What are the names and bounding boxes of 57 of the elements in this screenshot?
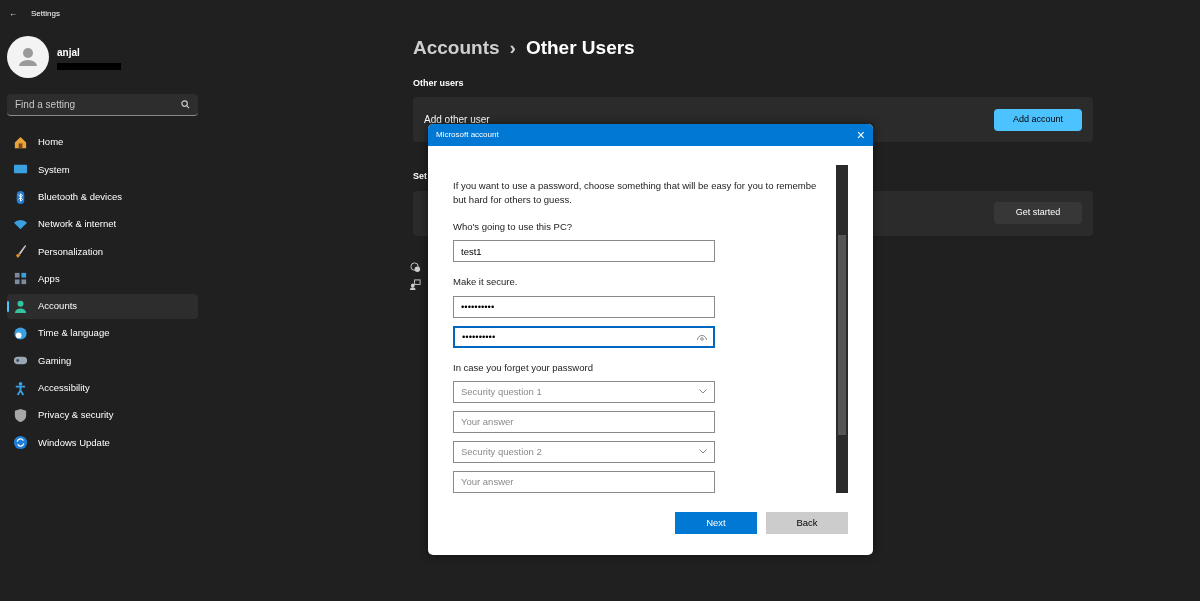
window-title: Settings bbox=[31, 8, 60, 20]
sidebar-item[interactable]: Accounts bbox=[7, 293, 198, 319]
scrollbar[interactable] bbox=[836, 165, 848, 493]
chevron-icon bbox=[699, 388, 707, 394]
instruction-text: If you want to use a password, choose something that will be easy for you to remembe bbox=[453, 179, 818, 193]
apps-icon bbox=[13, 271, 28, 287]
sidebar-item[interactable]: Privacy & security bbox=[7, 402, 198, 428]
eye-icon[interactable] bbox=[697, 333, 707, 341]
globe-clock-icon bbox=[13, 326, 28, 342]
sidebar-item[interactable]: Personalization bbox=[7, 239, 198, 265]
shield-icon bbox=[13, 407, 28, 423]
close-button[interactable]: × bbox=[856, 128, 865, 142]
dropdown[interactable]: Security question 2 bbox=[453, 440, 715, 463]
instruction-text: but hard for others to guess. bbox=[453, 193, 573, 207]
user-name: anjal bbox=[57, 45, 81, 60]
sidebar-item[interactable]: Bluetooth & devices bbox=[7, 184, 198, 210]
sidebar-item[interactable]: System bbox=[7, 157, 198, 183]
field-label: In case you forget your password bbox=[453, 360, 594, 375]
sidebar-item[interactable]: Windows Update bbox=[7, 430, 198, 456]
breadcrumb-separator: › bbox=[509, 36, 516, 60]
section-heading: Other users bbox=[413, 76, 465, 90]
home-icon bbox=[13, 135, 28, 150]
back-button[interactable]: ← bbox=[9, 8, 17, 20]
search-field[interactable]: Find a setting bbox=[7, 94, 198, 116]
breadcrumb-link[interactable]: Accounts bbox=[413, 34, 500, 63]
sidebar-item[interactable]: Gaming bbox=[7, 348, 198, 374]
feedback-icon bbox=[410, 278, 421, 290]
section-heading: Set bbox=[413, 170, 428, 183]
redacted-block bbox=[57, 62, 121, 70]
accessibility-icon bbox=[13, 380, 28, 396]
input-field[interactable]: •••••••••• bbox=[453, 295, 715, 318]
sidebar-item[interactable]: Home bbox=[7, 130, 198, 155]
chevron-icon bbox=[699, 448, 707, 454]
sidebar-item[interactable]: Accessibility bbox=[7, 375, 198, 401]
setting-label: Add other user bbox=[424, 113, 490, 127]
sidebar-item[interactable]: Network & internet bbox=[7, 211, 198, 237]
action-button[interactable]: Add account bbox=[994, 108, 1082, 131]
help-chat-icon bbox=[410, 261, 421, 273]
sidebar-item[interactable]: Time & language bbox=[7, 321, 198, 347]
brush-icon bbox=[13, 244, 28, 260]
input-field[interactable]: Your answer bbox=[453, 410, 715, 433]
sidebar-item[interactable]: Apps bbox=[7, 266, 198, 292]
person-icon bbox=[13, 298, 28, 314]
page-title: Other Users bbox=[525, 36, 635, 60]
avatar-icon bbox=[7, 36, 49, 78]
next-button[interactable]: Next bbox=[675, 512, 757, 534]
input-field[interactable]: •••••••••• bbox=[453, 325, 715, 348]
input-field[interactable]: Your answer bbox=[453, 470, 715, 493]
field-label: Make it secure. bbox=[453, 275, 519, 290]
search-icon bbox=[181, 100, 190, 109]
dialog-title: Microsoft account bbox=[436, 129, 499, 141]
dropdown[interactable]: Security question 1 bbox=[453, 380, 715, 403]
field-label: Who's going to use this PC? bbox=[453, 220, 574, 234]
refresh-icon bbox=[13, 435, 28, 451]
action-button[interactable]: Get started bbox=[994, 202, 1082, 224]
back-button[interactable]: Back bbox=[766, 512, 848, 534]
input-field[interactable]: test1 bbox=[453, 240, 715, 263]
